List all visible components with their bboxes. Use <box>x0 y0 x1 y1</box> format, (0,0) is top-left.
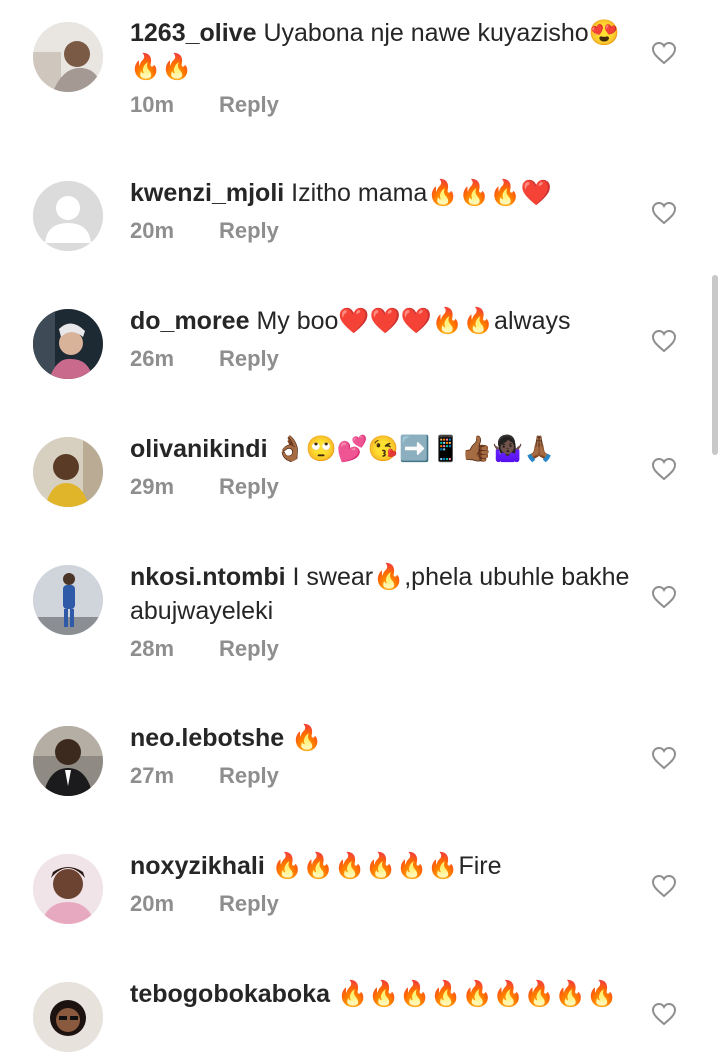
reply-button[interactable]: Reply <box>219 636 279 662</box>
comment-timestamp: 27m <box>130 763 175 788</box>
comment-timestamp: 20m <box>130 218 175 243</box>
comment-message: 🔥🔥🔥🔥🔥🔥Fire <box>271 852 502 880</box>
heart-outline-icon <box>651 585 677 609</box>
avatar[interactable] <box>33 437 103 507</box>
comment-text: nkosi.ntombi I swear🔥,phela ubuhle bakhe… <box>130 560 630 628</box>
avatar[interactable] <box>33 854 103 924</box>
default-avatar-icon <box>33 181 103 251</box>
comment-timestamp: 29m <box>130 474 175 499</box>
like-button[interactable] <box>651 1002 677 1026</box>
comment-message: My boo❤️❤️❤️🔥🔥always <box>256 307 571 335</box>
comment-meta: 26m Reply <box>130 346 630 372</box>
comment-meta: 10m Reply <box>130 92 630 118</box>
comment-message: 🔥🔥🔥🔥🔥🔥🔥🔥🔥 <box>336 980 618 1008</box>
comment-message: Izitho mama🔥🔥🔥❤️ <box>291 179 552 207</box>
comment-username[interactable]: neo.lebotshe <box>130 724 284 752</box>
heart-outline-icon <box>651 329 677 353</box>
avatar[interactable] <box>33 309 103 379</box>
reply-button[interactable]: Reply <box>219 218 279 244</box>
comment-body: 1263_olive Uyabona nje nawe kuyazisho😍🔥🔥… <box>130 16 630 118</box>
comment-text: noxyzikhali 🔥🔥🔥🔥🔥🔥Fire <box>130 849 630 883</box>
comment-body: kwenzi_mjoli Izitho mama🔥🔥🔥❤️ 20m Reply <box>130 176 630 244</box>
like-button[interactable] <box>651 329 677 353</box>
scrollbar-thumb[interactable] <box>712 275 718 455</box>
avatar[interactable] <box>33 22 103 92</box>
like-button[interactable] <box>651 41 677 65</box>
comment-meta: 20m Reply <box>130 218 630 244</box>
comment-body: nkosi.ntombi I swear🔥,phela ubuhle bakhe… <box>130 560 630 662</box>
avatar-photo-icon <box>33 437 103 507</box>
comment-text: do_moree My boo❤️❤️❤️🔥🔥always <box>130 304 630 338</box>
comment-body: neo.lebotshe 🔥 27m Reply <box>130 721 630 789</box>
reply-button[interactable]: Reply <box>219 763 279 789</box>
like-button[interactable] <box>651 874 677 898</box>
comment-username[interactable]: olivanikindi <box>130 435 268 463</box>
avatar-photo-icon <box>33 22 103 92</box>
heart-outline-icon <box>651 457 677 481</box>
heart-outline-icon <box>651 746 677 770</box>
comment-timestamp: 26m <box>130 346 175 371</box>
comment-timestamp: 10m <box>130 92 175 117</box>
comment-username[interactable]: kwenzi_mjoli <box>130 179 284 207</box>
comment-text: neo.lebotshe 🔥 <box>130 721 630 755</box>
avatar[interactable] <box>33 982 103 1052</box>
comment-username[interactable]: nkosi.ntombi <box>130 563 286 591</box>
like-button[interactable] <box>651 746 677 770</box>
reply-button[interactable]: Reply <box>219 346 279 372</box>
comment-message: 👌🏾🙄💕😘➡️📱👍🏾🤷🏿‍♀️🙏🏾 <box>274 435 555 463</box>
reply-button[interactable]: Reply <box>219 891 279 917</box>
reply-button[interactable]: Reply <box>219 92 279 118</box>
comment-text: tebogobokaboka 🔥🔥🔥🔥🔥🔥🔥🔥🔥 <box>130 977 630 1011</box>
avatar-photo-icon <box>33 982 103 1052</box>
avatar[interactable] <box>33 565 103 635</box>
avatar-photo-icon <box>33 726 103 796</box>
comment-meta: 28m Reply <box>130 636 630 662</box>
heart-outline-icon <box>651 41 677 65</box>
comment-username[interactable]: noxyzikhali <box>130 852 265 880</box>
comment-text: kwenzi_mjoli Izitho mama🔥🔥🔥❤️ <box>130 176 630 210</box>
comment-timestamp: 28m <box>130 636 175 661</box>
comment-meta: 27m Reply <box>130 763 630 789</box>
comment-body: noxyzikhali 🔥🔥🔥🔥🔥🔥Fire 20m Reply <box>130 849 630 917</box>
reply-button[interactable]: Reply <box>219 474 279 500</box>
avatar-photo-icon <box>33 854 103 924</box>
comment-text: 1263_olive Uyabona nje nawe kuyazisho😍🔥🔥 <box>130 16 630 84</box>
avatar-photo-icon <box>33 565 103 635</box>
comment-message: 🔥 <box>291 724 323 752</box>
heart-outline-icon <box>651 874 677 898</box>
comment-text: olivanikindi 👌🏾🙄💕😘➡️📱👍🏾🤷🏿‍♀️🙏🏾 <box>130 432 630 466</box>
comment-body: tebogobokaboka 🔥🔥🔥🔥🔥🔥🔥🔥🔥 <box>130 977 630 1011</box>
heart-outline-icon <box>651 201 677 225</box>
avatar-photo-icon <box>33 309 103 379</box>
comment-body: olivanikindi 👌🏾🙄💕😘➡️📱👍🏾🤷🏿‍♀️🙏🏾 29m Reply <box>130 432 630 500</box>
like-button[interactable] <box>651 457 677 481</box>
comment-timestamp: 20m <box>130 891 175 916</box>
avatar[interactable] <box>33 726 103 796</box>
comment-username[interactable]: 1263_olive <box>130 19 257 47</box>
like-button[interactable] <box>651 201 677 225</box>
comment-meta: 29m Reply <box>130 474 630 500</box>
heart-outline-icon <box>651 1002 677 1026</box>
avatar[interactable] <box>33 181 103 251</box>
comment-username[interactable]: tebogobokaboka <box>130 980 330 1008</box>
comment-body: do_moree My boo❤️❤️❤️🔥🔥always 26m Reply <box>130 304 630 372</box>
like-button[interactable] <box>651 585 677 609</box>
comment-username[interactable]: do_moree <box>130 307 249 335</box>
comment-meta: 20m Reply <box>130 891 630 917</box>
